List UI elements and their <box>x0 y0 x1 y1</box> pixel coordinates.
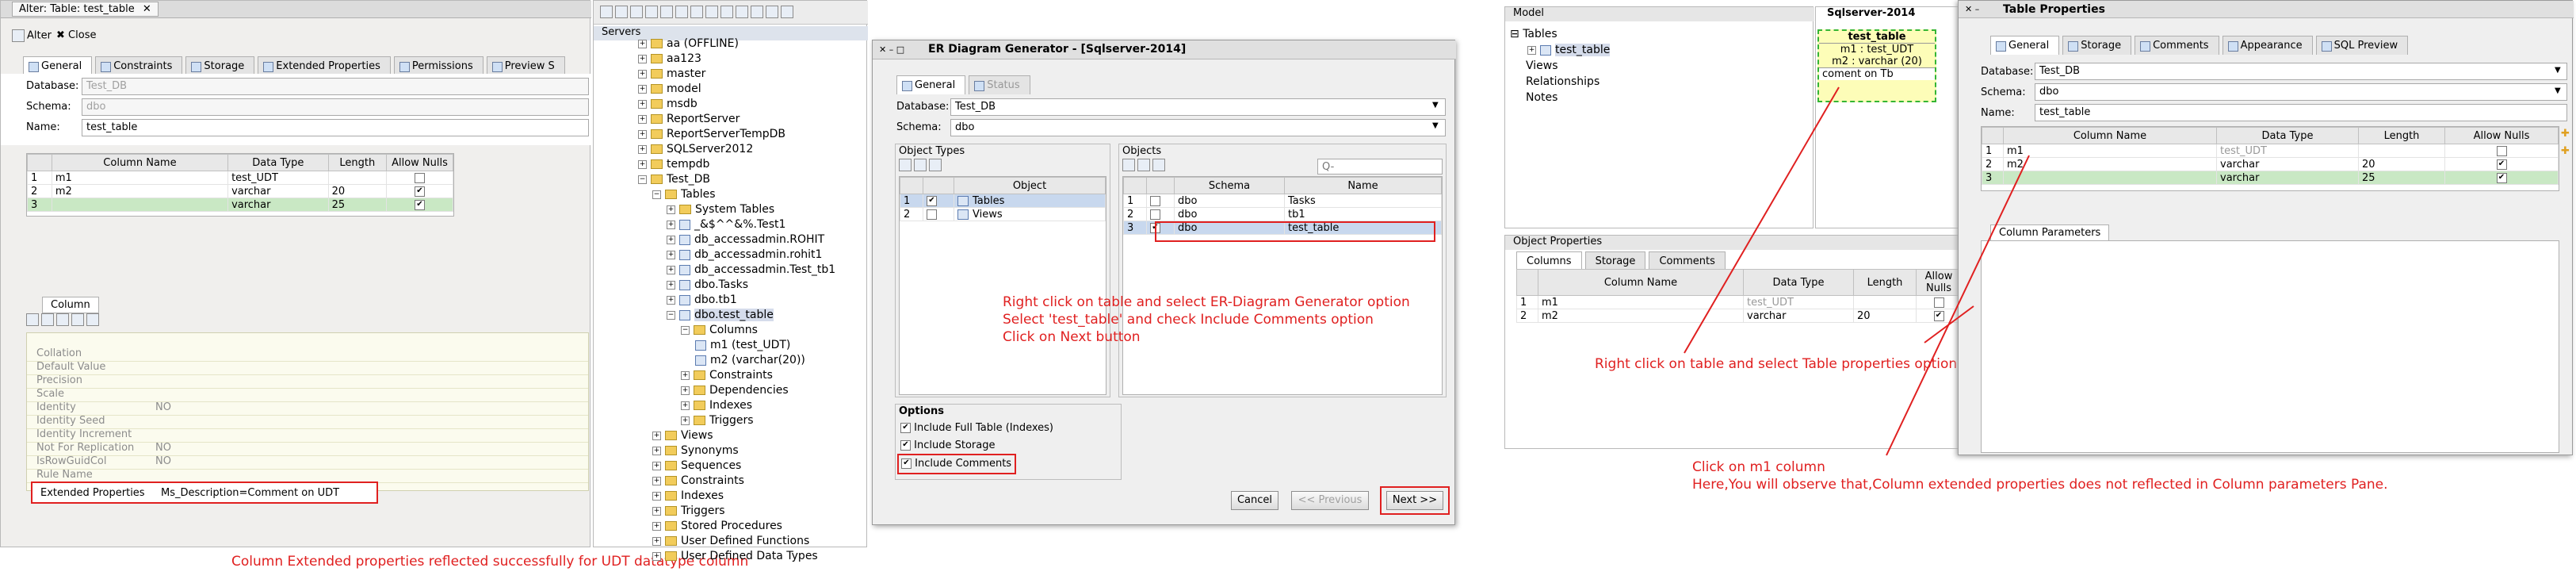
arrow-to-m1 <box>1886 155 2030 456</box>
annotation-arrows <box>1684 86 2030 456</box>
arrow-to-entity <box>1684 86 1840 354</box>
